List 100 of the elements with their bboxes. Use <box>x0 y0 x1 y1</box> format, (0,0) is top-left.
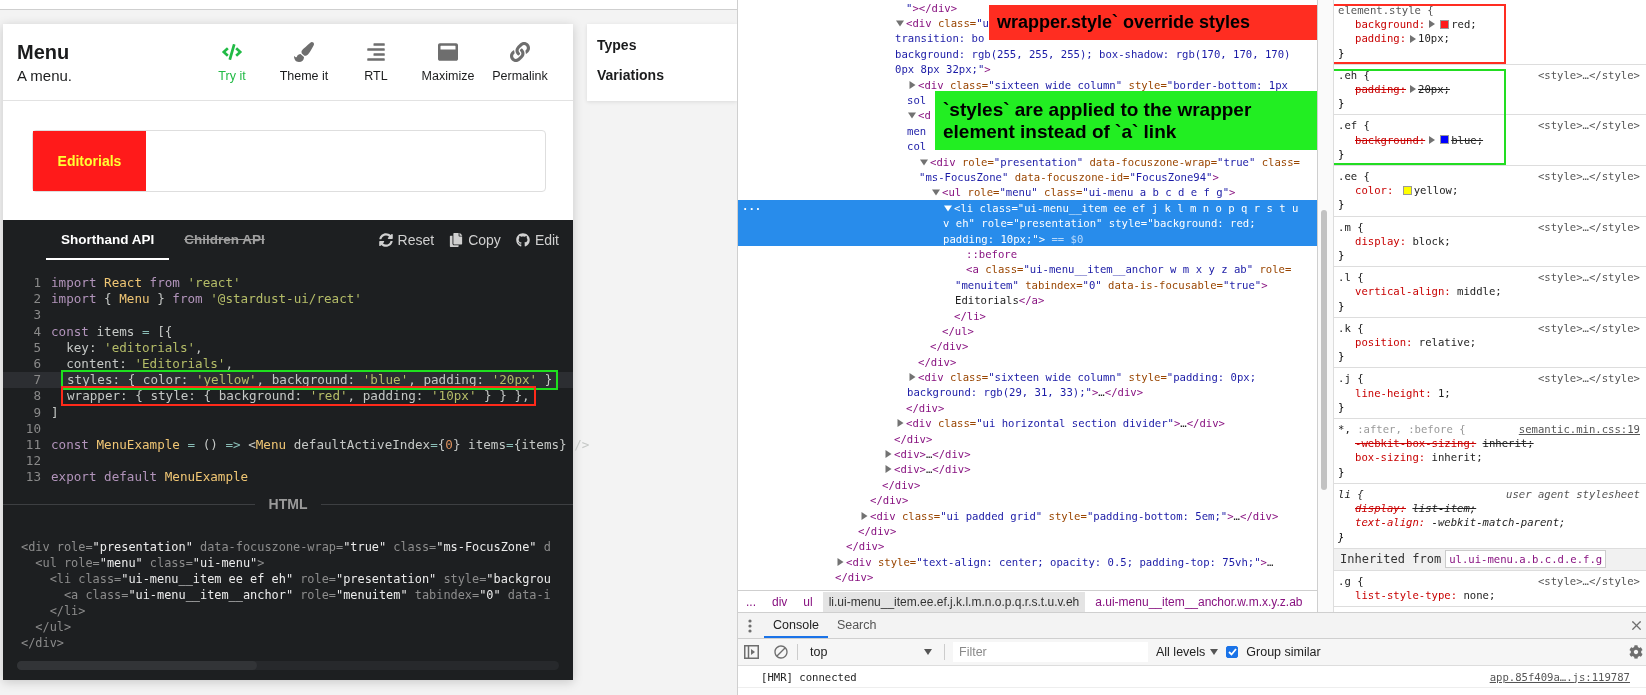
caret-right-icon[interactable] <box>1410 34 1417 43</box>
source-link[interactable]: <style>…</style> <box>1537 219 1640 234</box>
dom-line[interactable]: </div> <box>846 540 885 553</box>
source-link[interactable]: <style>…</style> <box>1537 169 1640 184</box>
source-link[interactable]: <style>…</style> <box>1537 371 1640 386</box>
sidebar-toggle-icon[interactable] <box>744 645 759 659</box>
caret-right-icon[interactable] <box>908 80 916 89</box>
caret-right-icon[interactable] <box>884 465 892 474</box>
property-value[interactable]: 1; <box>1437 385 1451 400</box>
dom-line[interactable]: <div class="u <box>906 17 989 30</box>
code-action-button[interactable]: Reset <box>378 232 435 248</box>
drawer-tab[interactable]: Search <box>827 613 886 638</box>
property-name[interactable]: padding: <box>1355 82 1407 97</box>
property-name[interactable]: -webkit-box-sizing: <box>1355 436 1477 451</box>
dom-line[interactable]: </div> <box>906 401 945 414</box>
property-name[interactable]: vertical-align: <box>1355 284 1451 299</box>
dom-line[interactable]: "></div> <box>906 1 958 14</box>
caret-right-icon[interactable] <box>860 511 868 520</box>
code-tab[interactable]: Children API <box>169 220 280 260</box>
source-link[interactable]: <style>…</style> <box>1537 67 1640 82</box>
property-value[interactable]: list-item; <box>1412 501 1477 516</box>
toolbar-button[interactable]: Permalink <box>484 41 556 83</box>
dom-line[interactable]: <d <box>918 109 931 122</box>
caret-down-icon[interactable] <box>908 111 916 120</box>
caret-right-icon[interactable] <box>836 557 844 566</box>
property-name[interactable]: list-style-type: <box>1355 587 1458 603</box>
source-link[interactable]: <style>…</style> <box>1537 270 1640 285</box>
dom-line[interactable]: </li> <box>954 309 986 322</box>
dom-line[interactable]: <div class="sixteen wide column" style="padding: 0px; <box>918 371 1257 384</box>
settings-icon[interactable] <box>1629 645 1643 659</box>
dom-line[interactable]: </div> <box>870 494 909 507</box>
property-name[interactable]: background: <box>1355 132 1426 147</box>
context-select[interactable]: top <box>806 645 936 659</box>
property-value[interactable]: blue; <box>1451 132 1484 147</box>
breadcrumb-item[interactable]: ... <box>740 591 762 612</box>
property-name[interactable]: color: <box>1355 183 1394 198</box>
dom-line[interactable]: </div> <box>930 340 969 353</box>
toolbar-button[interactable]: Theme it <box>268 41 340 83</box>
dom-line[interactable]: </div> <box>918 355 957 368</box>
dom-line[interactable]: <a class="ui-menu__item__anchor w m x y z ab" role= <box>966 263 1292 276</box>
scrollbar-thumb[interactable] <box>1321 210 1327 490</box>
caret-down-icon[interactable] <box>896 19 904 28</box>
toolbar-button[interactable]: Maximize <box>412 41 484 83</box>
close-icon[interactable] <box>1629 618 1644 633</box>
caret-right-icon[interactable] <box>884 450 892 458</box>
dom-line[interactable]: ::before <box>966 247 1018 260</box>
code-action-button[interactable]: Copy <box>449 232 501 248</box>
property-name[interactable]: display: <box>1355 501 1407 516</box>
property-value[interactable]: block; <box>1412 233 1451 249</box>
dom-line[interactable]: </div> <box>894 432 933 445</box>
dom-line[interactable]: Editorials</a> <box>955 294 1045 307</box>
dom-line[interactable]: </ul> <box>942 324 974 337</box>
caret-down-icon[interactable] <box>944 203 952 212</box>
dom-line[interactable]: <div class="ui padded grid" style="padding-bottom: 5em;">…</div> <box>870 509 1279 522</box>
property-value[interactable]: none; <box>1463 587 1496 603</box>
source-link[interactable]: <style>…</style> <box>1537 118 1640 133</box>
dom-line[interactable]: col <box>907 140 927 153</box>
property-value[interactable]: 20px; <box>1418 82 1450 97</box>
property-name[interactable]: position: <box>1355 335 1413 350</box>
property-name[interactable]: background: <box>1355 17 1426 32</box>
color-swatch[interactable] <box>1440 135 1450 145</box>
dom-line[interactable]: men <box>907 124 927 137</box>
dom-line[interactable]: sol <box>907 94 927 107</box>
dom-line[interactable]: <ul role="menu" class="ui-menu a b c d e f g"> <box>942 186 1236 199</box>
property-value[interactable]: middle; <box>1457 284 1502 299</box>
dom-line[interactable]: "menuitem" tabindex="0" data-is-focusable="true"> <box>955 278 1268 291</box>
caret-right-icon[interactable] <box>1429 135 1436 144</box>
source-link[interactable]: app.85f409a….js:119787 <box>1489 670 1630 683</box>
clear-icon[interactable] <box>773 644 789 660</box>
caret-down-icon[interactable] <box>920 157 928 166</box>
dom-line[interactable]: <div role="presentation" data-focuszone-wrap="true" class= <box>930 155 1300 168</box>
breadcrumb-item[interactable]: ul <box>797 591 819 612</box>
property-name[interactable]: display: <box>1355 233 1407 249</box>
code-action-button[interactable]: Edit <box>515 232 559 248</box>
breadcrumb-item[interactable]: li.ui-menu__item.ee.ef.j.k.l.m.n.o.p.q.r.s.t.u.v.eh <box>822 591 1086 612</box>
caret-right-icon[interactable] <box>1410 85 1417 94</box>
dom-line[interactable]: 0px 8px 32px;"> <box>895 63 991 76</box>
property-value[interactable]: relative; <box>1418 335 1477 350</box>
dom-line[interactable]: <div class="ui horizontal section divider">…</div> <box>906 417 1225 430</box>
property-name[interactable]: text-align: <box>1355 515 1426 530</box>
dom-line[interactable]: background: rgb(255, 255, 255); box-shadow: rgb(170, 170, 170) <box>895 47 1291 60</box>
dom-line[interactable]: <div>…</div> <box>894 448 971 460</box>
dom-line[interactable]: </div> <box>858 524 897 537</box>
caret-right-icon[interactable] <box>908 373 916 382</box>
property-value[interactable]: red; <box>1451 17 1477 32</box>
dom-line[interactable]: "ms-FocusZone" data-focuszone-id="FocusZone94"> <box>919 171 1219 183</box>
toolbar-button[interactable]: RTL <box>340 41 412 83</box>
property-value[interactable]: inherit; <box>1482 436 1534 451</box>
dom-line[interactable]: </div> <box>835 571 874 584</box>
nav-link[interactable]: Types <box>597 37 737 53</box>
property-name[interactable]: box-sizing: <box>1355 450 1426 465</box>
selector-chip[interactable]: ul.ui-menu.a.b.c.d.e.f.g <box>1445 550 1607 569</box>
caret-down-icon[interactable] <box>932 188 940 197</box>
source-link[interactable]: <style>…</style> <box>1537 320 1640 336</box>
dom-line[interactable]: <div style="text-align: center; opacity: 0.5; padding-top: 75vh;">… <box>846 555 1274 568</box>
property-value[interactable]: -webkit-match-parent; <box>1431 515 1566 530</box>
property-value[interactable]: 10px; <box>1418 31 1450 46</box>
dom-line[interactable]: </div> <box>882 478 921 491</box>
levels-select[interactable]: All levels <box>1156 645 1219 659</box>
property-value[interactable]: yellow; <box>1413 183 1459 198</box>
